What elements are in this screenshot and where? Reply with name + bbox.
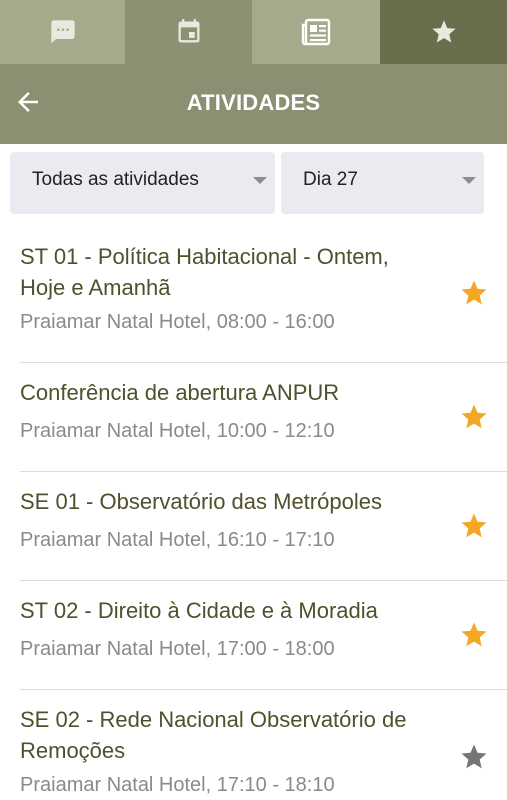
newspaper-icon <box>300 17 332 47</box>
tab-bar <box>0 0 507 64</box>
filter-bar: Todas as atividades Dia 27 <box>10 152 485 214</box>
arrow-left-icon <box>13 87 43 122</box>
favorite-star-icon[interactable] <box>459 511 489 541</box>
favorite-star-icon[interactable] <box>459 620 489 650</box>
favorite-star-icon[interactable] <box>459 742 489 772</box>
activity-item[interactable]: SE 02 - Rede Nacional Observatório de Re… <box>20 690 507 800</box>
activity-title: Conferência de abertura ANPUR <box>20 380 340 405</box>
chat-icon <box>49 18 77 46</box>
tab-news[interactable] <box>252 0 380 64</box>
activity-title: ST 01 - Política Habitacional - Ontem, H… <box>20 244 389 300</box>
activity-detail: Praiamar Natal Hotel, 16:10 - 17:10 <box>20 529 335 551</box>
tab-chat[interactable] <box>0 0 125 64</box>
day-dropdown[interactable]: Dia 27 <box>281 152 484 214</box>
star-icon <box>430 18 458 46</box>
activity-item[interactable]: SE 01 - Observatório das Metrópoles Prai… <box>20 472 507 581</box>
category-dropdown[interactable]: Todas as atividades <box>10 152 275 214</box>
favorite-star-icon[interactable] <box>459 278 489 308</box>
tab-favorites[interactable] <box>380 0 507 64</box>
activity-detail: Praiamar Natal Hotel, 10:00 - 12:10 <box>20 420 335 442</box>
caret-down-icon <box>462 177 476 184</box>
caret-down-icon <box>253 177 267 184</box>
calendar-icon <box>175 18 203 46</box>
back-button[interactable] <box>8 84 48 124</box>
activity-title: SE 02 - Rede Nacional Observatório de Re… <box>20 707 407 763</box>
activity-list: ST 01 - Política Habitacional - Ontem, H… <box>0 227 507 800</box>
activity-item[interactable]: ST 01 - Política Habitacional - Ontem, H… <box>20 227 507 363</box>
category-dropdown-value: Todas as atividades <box>32 169 199 190</box>
tab-calendar[interactable] <box>125 0 252 64</box>
activity-item[interactable]: Conferência de abertura ANPUR Praiamar N… <box>20 363 507 472</box>
day-dropdown-value: Dia 27 <box>303 169 358 190</box>
activity-detail: Praiamar Natal Hotel, 17:00 - 18:00 <box>20 638 335 660</box>
activity-detail: Praiamar Natal Hotel, 17:10 - 18:10 <box>20 774 335 796</box>
app-bar: ATIVIDADES <box>0 64 507 144</box>
activity-item[interactable]: ST 02 - Direito à Cidade e à Moradia Pra… <box>20 581 507 690</box>
activity-detail: Praiamar Natal Hotel, 08:00 - 16:00 <box>20 311 335 333</box>
activity-title: ST 02 - Direito à Cidade e à Moradia <box>20 598 378 623</box>
activity-title: SE 01 - Observatório das Metrópoles <box>20 489 382 514</box>
favorite-star-icon[interactable] <box>459 402 489 432</box>
page-title: ATIVIDADES <box>186 90 321 115</box>
